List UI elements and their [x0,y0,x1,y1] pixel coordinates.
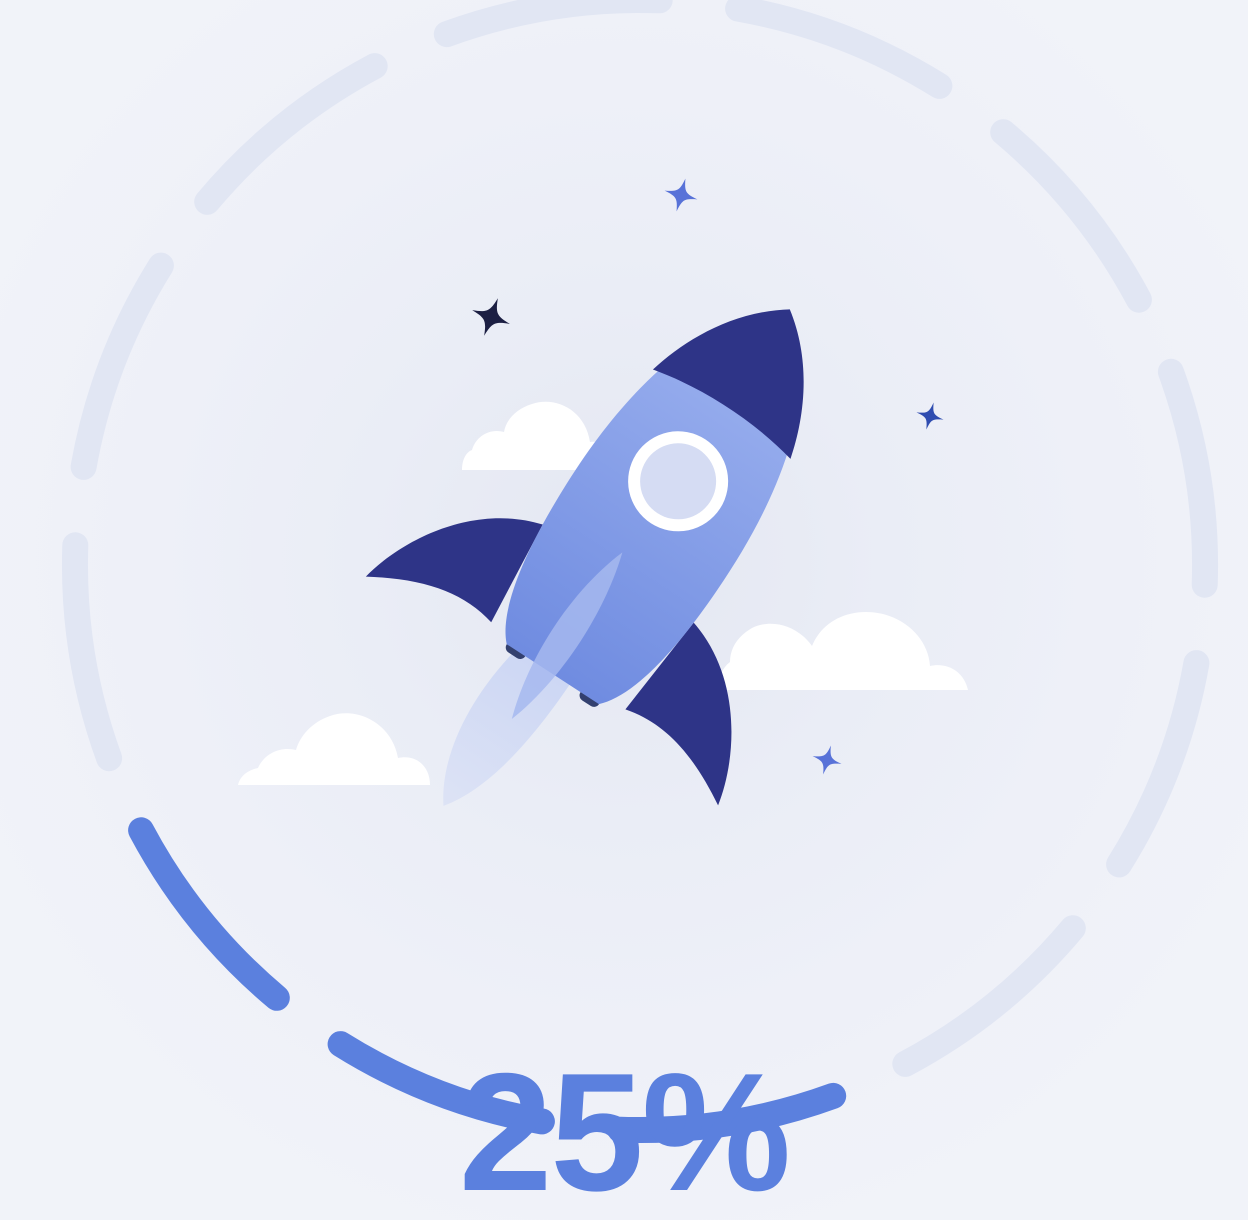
progress-segment-empty [892,915,1086,1077]
progress-segment-empty [1157,358,1219,598]
progress-segment-empty [194,53,388,215]
cloud-icon [718,612,968,690]
progress-percent-label: 25% [458,1038,791,1220]
progress-segment-empty [433,0,673,48]
progress-segment-empty [1106,650,1210,878]
progress-segment-empty [990,119,1152,313]
cloud-icon [238,713,430,785]
progress-segment-empty [70,252,174,480]
sparkle-icon [664,178,698,212]
sparkle-icon [472,298,510,336]
sparkle-icon [812,745,842,775]
rocket-icon [365,309,804,806]
progress-ring [61,0,1219,1144]
loading-screen: 25% [0,0,1248,1220]
sparkle-icon [916,402,944,430]
progress-segment-empty [61,532,123,772]
progress-segment-empty [725,0,953,99]
progress-segment-filled [128,817,290,1011]
